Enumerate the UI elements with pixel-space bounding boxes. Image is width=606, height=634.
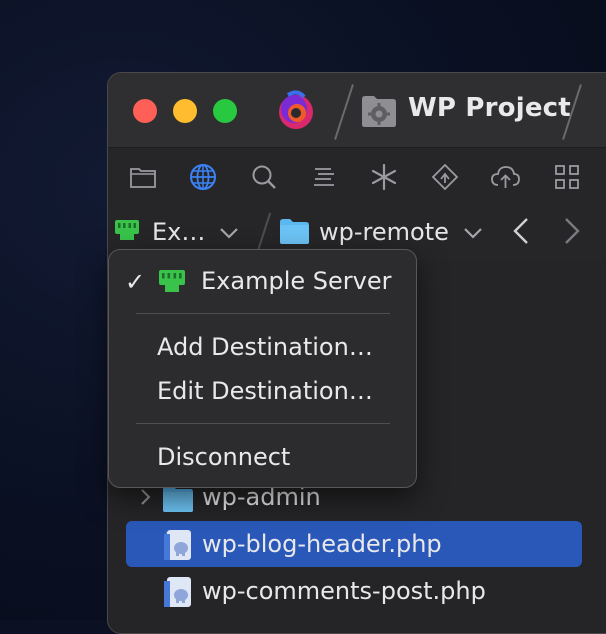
menu-item-add-destination[interactable]: Add Destination… bbox=[157, 333, 373, 361]
navigator-toolbar bbox=[108, 148, 606, 204]
folder-icon bbox=[280, 219, 309, 244]
server-dropdown-menu: ✓ Example Server Add Destination… Edit D… bbox=[108, 249, 417, 488]
asterisk-icon[interactable] bbox=[369, 162, 399, 192]
checkmark-icon: ✓ bbox=[125, 268, 146, 296]
server-icon[interactable] bbox=[114, 218, 140, 242]
file-name: wp-comments-post.php bbox=[202, 577, 486, 605]
php-file-icon bbox=[164, 577, 191, 607]
menu-separator bbox=[136, 423, 390, 424]
globe-icon[interactable] bbox=[188, 162, 218, 192]
git-icon[interactable] bbox=[430, 162, 460, 192]
path-separator bbox=[256, 212, 272, 252]
file-name: wp-blog-header.php bbox=[202, 530, 442, 558]
list-item[interactable]: wp-comments-post.php bbox=[126, 568, 582, 614]
list-icon[interactable] bbox=[309, 162, 339, 192]
cloud-upload-icon[interactable] bbox=[490, 162, 520, 192]
grid-icon[interactable] bbox=[552, 162, 582, 192]
menu-separator bbox=[136, 313, 390, 314]
remote-folder-label[interactable]: wp-remote bbox=[319, 218, 449, 246]
forward-arrow-icon[interactable] bbox=[558, 216, 584, 246]
menu-item-edit-destination[interactable]: Edit Destination… bbox=[157, 377, 373, 405]
menu-item-disconnect[interactable]: Disconnect bbox=[157, 443, 290, 471]
title-bar: WP Project bbox=[108, 73, 606, 148]
list-item-selected[interactable]: wp-blog-header.php bbox=[126, 521, 582, 567]
chevron-down-icon[interactable] bbox=[462, 222, 484, 244]
php-file-icon bbox=[164, 530, 191, 560]
title-separator bbox=[334, 84, 354, 140]
server-selector-label[interactable]: Ex… bbox=[152, 218, 205, 246]
folder-icon[interactable] bbox=[128, 162, 158, 192]
back-arrow-icon[interactable] bbox=[509, 216, 535, 246]
chevron-down-icon[interactable] bbox=[218, 222, 240, 244]
zoom-window-button[interactable] bbox=[213, 99, 237, 123]
gear-folder-icon bbox=[362, 96, 396, 127]
close-window-button[interactable] bbox=[133, 99, 157, 123]
server-icon bbox=[159, 270, 185, 292]
app-logo-icon[interactable] bbox=[274, 89, 318, 133]
chevron-right-icon[interactable] bbox=[136, 487, 154, 507]
menu-item-example-server[interactable]: Example Server bbox=[201, 267, 391, 295]
search-icon[interactable] bbox=[249, 162, 279, 192]
project-title[interactable]: WP Project bbox=[408, 93, 571, 123]
minimize-window-button[interactable] bbox=[173, 99, 197, 123]
